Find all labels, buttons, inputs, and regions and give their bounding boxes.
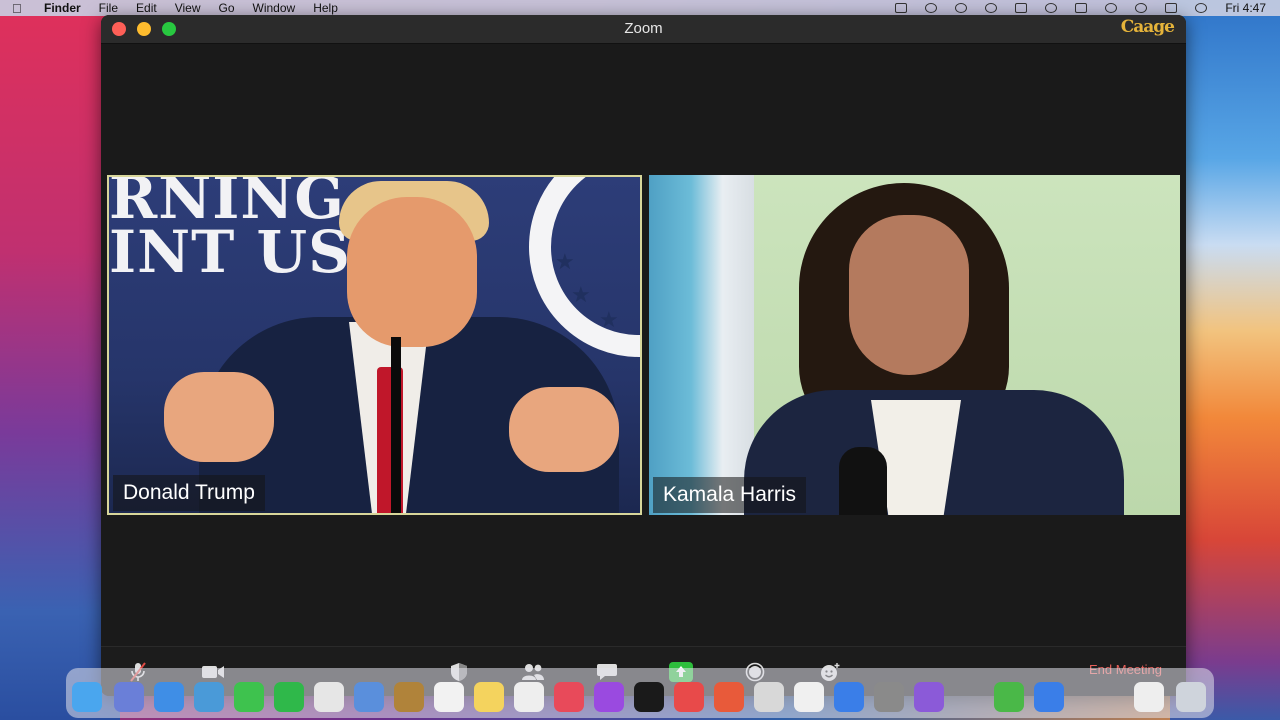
finder-dock-icon[interactable] [72,682,102,712]
menu-edit[interactable]: Edit [136,1,157,15]
siri-icon[interactable] [1195,3,1208,13]
left-hand-shape [164,372,274,462]
safari-dock-icon[interactable] [154,682,184,712]
apple-menu-icon[interactable]:  [12,1,28,16]
chrome-dock-icon[interactable] [994,682,1024,712]
menu-bar:  Finder File Edit View Go Window Help F… [0,0,1280,16]
star-icon: ★ [571,282,591,307]
tv-dock-icon[interactable] [634,682,664,712]
star-icon: ★ [555,249,575,274]
podcasts-dock-icon[interactable] [594,682,624,712]
launchpad-dock-icon[interactable] [114,682,144,712]
zoom-window: Zoom Caage RNING INT US ★ ★ ★ Donald Trum… [101,15,1186,696]
app-store-dock-icon[interactable] [834,682,864,712]
screen-icon[interactable] [895,3,908,13]
wifi-icon[interactable] [1105,3,1118,13]
maps-dock-icon[interactable] [354,682,384,712]
menu-clock[interactable]: Fri 4:47 [1225,1,1266,15]
keyboard-icon[interactable] [1015,3,1028,13]
dock [66,668,1214,718]
menu-window[interactable]: Window [253,1,296,15]
microphone-shape [839,447,887,515]
right-hand-shape [509,387,619,472]
microphone-stand-shape [391,337,401,513]
menu-extras: Fri 4:47 [895,0,1266,16]
participant-name-label: Kamala Harris [653,477,807,513]
spotlight-search-icon[interactable] [1135,3,1148,13]
notes-dock-icon[interactable] [474,682,504,712]
downloads-dock-icon[interactable] [1134,682,1164,712]
music-dock-icon[interactable] [554,682,584,712]
window-titlebar[interactable]: Zoom Caage [101,15,1186,44]
video-gallery: RNING INT US ★ ★ ★ Donald Trump Kamala H… [101,44,1186,646]
control-center-icon[interactable] [1165,3,1178,13]
status-dot-icon[interactable] [925,3,938,13]
info-icon[interactable] [985,3,998,13]
background-banner-graphic: RNING INT US [109,175,351,286]
face-shape [849,215,969,375]
participant-name-label: Donald Trump [113,475,265,511]
menu-help[interactable]: Help [313,1,338,15]
reminders-dock-icon[interactable] [514,682,544,712]
calendar-dock-icon[interactable] [434,682,464,712]
user-icon[interactable] [1045,3,1058,13]
zoom-dock-icon[interactable] [1034,682,1064,712]
flag-graphic [649,175,754,515]
head-shape [347,197,477,347]
star-icon: ★ [599,307,619,332]
watermark-logo: Caage [1120,17,1175,37]
messages-dock-icon[interactable] [234,682,264,712]
menu-go[interactable]: Go [219,1,235,15]
menu-app-finder[interactable]: Finder [44,1,81,15]
video-tile-participant[interactable]: Kamala Harris [649,175,1180,515]
participant-video-feed: RNING INT US ★ ★ ★ [109,177,640,513]
facetime-dock-icon[interactable] [274,682,304,712]
desktop-wallpaper-right [1170,0,1280,720]
news-dock-icon[interactable] [674,682,704,712]
menu-file[interactable]: File [99,1,118,15]
time-machine-icon[interactable] [955,3,968,13]
numbers-dock-icon[interactable] [714,682,744,712]
menu-view[interactable]: View [175,1,201,15]
photos-dock-icon[interactable] [314,682,344,712]
battery-icon[interactable] [1075,3,1088,13]
app-dock-icon[interactable] [914,682,944,712]
pages-dock-icon[interactable] [794,682,824,712]
contacts-dock-icon[interactable] [394,682,424,712]
participant-video-feed [649,175,1180,515]
mail-dock-icon[interactable] [194,682,224,712]
system-preferences-dock-icon[interactable] [874,682,904,712]
keynote-dock-icon[interactable] [754,682,784,712]
window-title: Zoom [624,20,663,37]
trash-dock-icon[interactable] [1176,682,1206,712]
video-tile-active-speaker[interactable]: RNING INT US ★ ★ ★ Donald Trump [107,175,642,515]
